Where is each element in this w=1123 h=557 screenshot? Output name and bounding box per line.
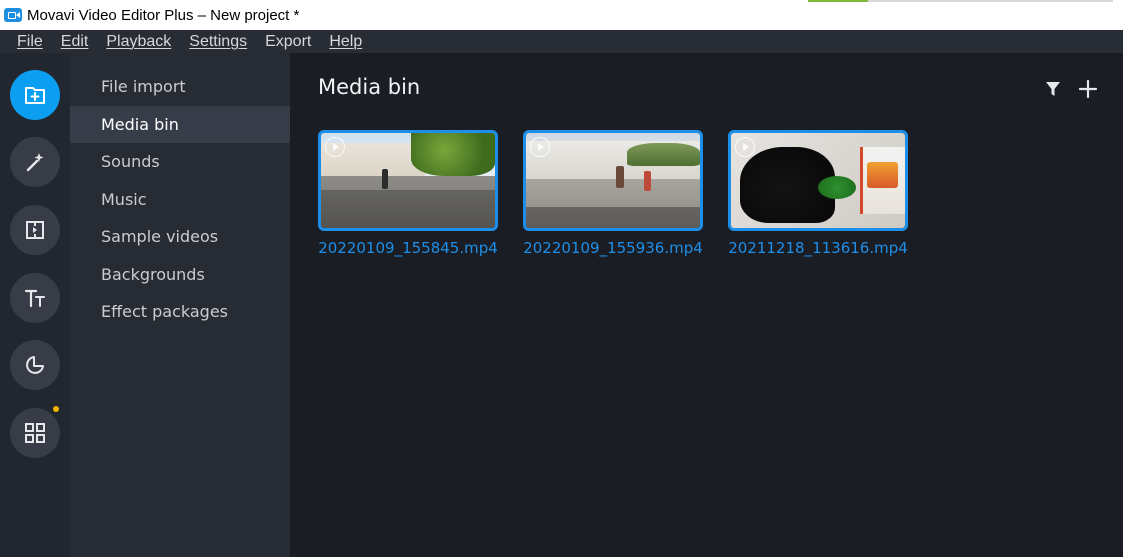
add-icon[interactable] [1078, 79, 1098, 99]
transitions-button[interactable] [10, 205, 60, 255]
filter-icon[interactable] [1045, 80, 1061, 98]
titles-tt-icon [24, 289, 45, 308]
menu-help[interactable]: Help [329, 33, 362, 51]
video-thumbnail[interactable] [318, 130, 498, 231]
window-title: Movavi Video Editor Plus – New project * [27, 6, 300, 24]
media-tile[interactable]: 20211218_113616.mp4 [728, 130, 908, 257]
play-icon [530, 137, 550, 157]
play-icon [735, 137, 755, 157]
media-bin-panel: Media bin 20220109_155845.mp4 20220109_1… [290, 53, 1123, 557]
video-thumbnail[interactable] [728, 130, 908, 231]
import-button[interactable] [10, 70, 60, 120]
tool-rail [0, 53, 70, 557]
category-sample-videos[interactable]: Sample videos [70, 218, 290, 255]
sticker-icon [26, 356, 44, 374]
menu-playback[interactable]: Playback [106, 33, 171, 51]
filters-button[interactable] [10, 137, 60, 187]
import-plus-icon [25, 87, 45, 104]
file-name: 20220109_155845.mp4 [318, 239, 498, 257]
file-name: 20220109_155936.mp4 [523, 239, 703, 257]
title-bar-accent [808, 0, 868, 2]
transition-icon [26, 221, 44, 239]
category-panel: File import Media bin Sounds Music Sampl… [70, 53, 290, 557]
title-bar-strip [868, 0, 1113, 2]
more-tools-button[interactable] [10, 408, 60, 458]
menu-export[interactable]: Export [265, 33, 311, 51]
stickers-button[interactable] [10, 340, 60, 390]
play-icon [325, 137, 345, 157]
category-effect-packages[interactable]: Effect packages [70, 293, 290, 330]
category-sounds[interactable]: Sounds [70, 143, 290, 180]
category-file-import[interactable]: File import [70, 68, 290, 105]
media-tile[interactable]: 20220109_155936.mp4 [523, 130, 703, 257]
file-name: 20211218_113616.mp4 [728, 239, 908, 257]
menu-bar: File Edit Playback Settings Export Help [0, 30, 1123, 53]
title-bar: Movavi Video Editor Plus – New project * [0, 0, 1123, 30]
category-media-bin[interactable]: Media bin [70, 106, 290, 143]
menu-file[interactable]: File [17, 33, 43, 51]
notification-dot [53, 406, 59, 412]
magic-wand-icon [26, 153, 44, 172]
app-logo-icon [4, 8, 22, 22]
media-tile[interactable]: 20220109_155845.mp4 [318, 130, 498, 257]
titles-button[interactable] [10, 273, 60, 323]
category-music[interactable]: Music [70, 181, 290, 218]
video-thumbnail[interactable] [523, 130, 703, 231]
grid-icon [25, 423, 45, 443]
category-backgrounds[interactable]: Backgrounds [70, 256, 290, 293]
menu-edit[interactable]: Edit [61, 33, 89, 51]
menu-settings[interactable]: Settings [189, 33, 247, 51]
page-title: Media bin [318, 75, 421, 99]
